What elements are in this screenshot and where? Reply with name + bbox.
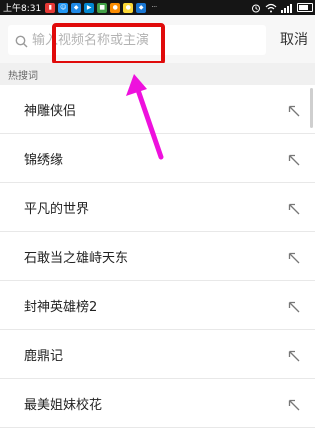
cancel-button[interactable]: 取消 [280,29,308,49]
more-dots-icon: ··· [149,2,160,13]
green-app-icon: ■ [97,2,108,13]
fill-arrow-icon[interactable] [288,200,300,219]
hot-search-item-label: 石敢当之雄峙天东 [24,251,129,266]
hot-search-item-label: 平凡的世界 [24,202,90,217]
hot-search-item[interactable]: 石敢当之雄峙天东 [0,232,315,281]
hot-search-item[interactable]: 锦绣缘 [0,134,315,183]
fill-arrow-icon[interactable] [288,396,300,415]
wifi-icon [265,3,277,13]
hot-search-item-label: 最美姐妹校花 [24,398,103,413]
blue-app-icon: ◆ [71,2,82,13]
alarm-icon [251,3,261,13]
blue-app-icon-2: ◆ [136,2,147,13]
hot-search-title: 热搜词 [8,71,38,82]
status-bar: 上午8:31 ▮ ☺ ◆ ▶ ■ ● ● ◆ ··· [0,0,315,15]
system-icons [247,0,313,15]
hot-search-header: 热搜词 [0,63,315,85]
hot-search-item[interactable]: 鹿鼎记 [0,330,315,379]
search-icon [15,33,28,52]
fill-arrow-icon[interactable] [288,102,300,121]
fill-arrow-icon[interactable] [288,347,300,366]
hot-search-item[interactable]: 平凡的世界 [0,183,315,232]
fill-arrow-icon[interactable] [288,298,300,317]
signal-icon [281,3,293,13]
hot-search-item[interactable]: 神雕侠侣 [0,85,315,134]
fill-arrow-icon[interactable] [288,249,300,268]
video-app-icon: ▶ [84,2,95,13]
battery-icon [297,3,313,12]
highlight-box [52,23,165,65]
status-time: 上午8:31 [3,4,42,14]
hot-search-item[interactable]: 最美姐妹校花 [0,379,315,428]
hot-search-item-label: 神雕侠侣 [24,104,77,119]
hot-search-item[interactable]: 封神英雄榜2 [0,281,315,330]
hot-search-item-label: 鹿鼎记 [24,349,64,364]
red-app-icon: ▮ [45,2,56,13]
notification-icons: ▮ ☺ ◆ ▶ ■ ● ● ◆ ··· [45,2,162,13]
fill-arrow-icon[interactable] [288,151,300,170]
hot-search-item-label: 封神英雄榜2 [24,300,98,315]
hot-search-list: 神雕侠侣 锦绣缘 平凡的世界 石敢当之雄峙天东 封神英雄榜2 鹿鼎记 最美姐妹校… [0,85,315,428]
orange-app-icon: ● [110,2,121,13]
smiley-app-icon: ☺ [58,2,69,13]
hot-search-item-label: 锦绣缘 [24,153,64,168]
yellow-app-icon: ● [123,2,134,13]
scrollbar[interactable] [310,88,313,128]
